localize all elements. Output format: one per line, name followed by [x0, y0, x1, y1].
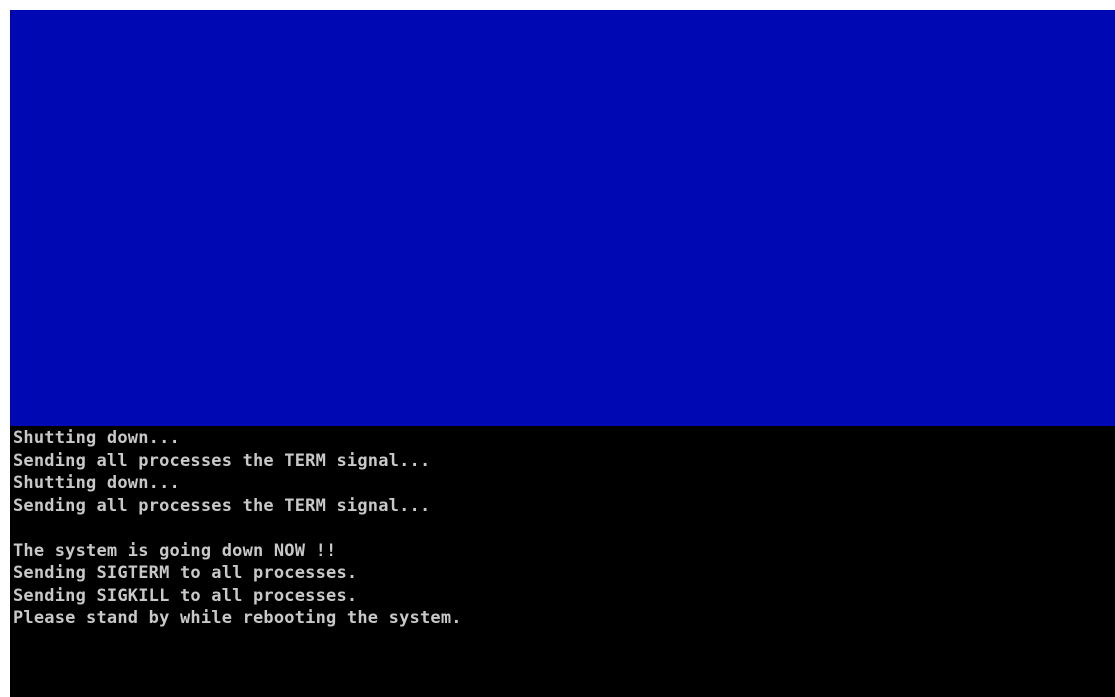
console-line: Shutting down...: [13, 428, 180, 448]
console-line: The system is going down NOW !!: [13, 540, 337, 561]
console-line: Shutting down...: [13, 473, 180, 493]
console-line: Please stand by while rebooting the syst…: [13, 608, 462, 628]
console-line: Sending SIGTERM to all processes.: [13, 563, 358, 583]
console-screen: Shutting down... Sending all processes t…: [10, 10, 1115, 697]
console-line: Sending SIGKILL to all processes.: [13, 585, 358, 606]
console-line: Sending all processes the TERM signal...: [13, 450, 431, 471]
framebuffer-blue-panel: [10, 10, 1115, 426]
console-line: Sending all processes the TERM signal...: [13, 495, 431, 516]
console-output: Shutting down... Sending all processes t…: [13, 427, 1113, 630]
